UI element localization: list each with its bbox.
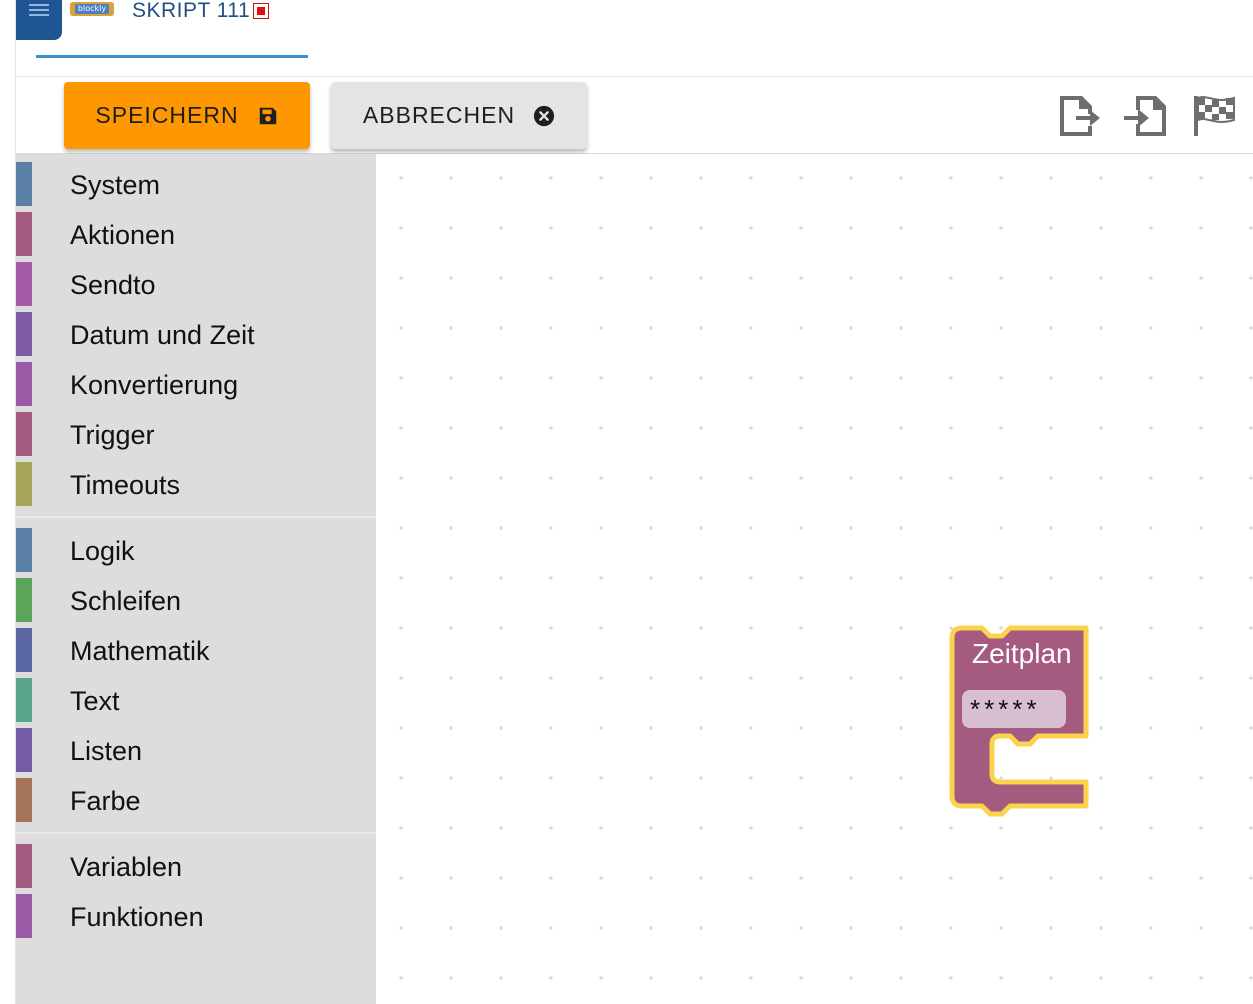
category-color-swatch — [16, 728, 32, 772]
category-color-swatch — [16, 894, 32, 938]
toolbox-category-sendto[interactable]: Sendto — [16, 262, 376, 306]
toolbox-category-listen[interactable]: Listen — [16, 728, 376, 772]
toolbox-category-trigger[interactable]: Trigger — [16, 412, 376, 456]
block-toolbox: System Aktionen Sendto Datum und Zeit Konver… — [16, 154, 376, 1004]
blockly-logo-icon: blockly — [70, 2, 114, 16]
cron-field[interactable]: ***** — [962, 690, 1066, 728]
toolbox-category-schleifen[interactable]: Schleifen — [16, 578, 376, 622]
toolbox-category-system[interactable]: System — [16, 162, 376, 206]
toolbox-category-funktionen[interactable]: Funktionen — [16, 894, 376, 938]
category-color-swatch — [16, 312, 32, 356]
category-color-swatch — [16, 678, 32, 722]
save-button[interactable]: SPEICHERN — [64, 82, 310, 149]
category-color-swatch — [16, 778, 32, 822]
floppy-disk-icon — [259, 107, 276, 124]
toolbox-category-aktionen[interactable]: Aktionen — [16, 212, 376, 256]
tab-title: SKRIPT 111 — [132, 0, 270, 23]
category-label: Schleifen — [70, 586, 182, 616]
blockly-logo-text: blockly — [74, 4, 110, 14]
save-button-label: SPEICHERN — [95, 102, 239, 128]
workspace-grid — [399, 176, 1253, 980]
category-label: Mathematik — [70, 636, 210, 666]
tab-script[interactable]: blockly SKRIPT 111 — [36, 0, 308, 58]
category-label: Listen — [70, 736, 143, 766]
category-label: Aktionen — [70, 220, 176, 250]
category-label: Konvertierung — [70, 370, 239, 400]
category-color-swatch — [16, 578, 32, 622]
category-color-swatch — [16, 462, 32, 506]
category-label: System — [70, 170, 161, 200]
cancel-button[interactable]: ABBRECHEN — [331, 82, 587, 149]
category-label: Farbe — [70, 786, 141, 816]
category-color-swatch — [16, 628, 32, 672]
stop-icon[interactable] — [253, 3, 270, 19]
category-color-swatch — [16, 528, 32, 572]
close-circle-icon — [533, 105, 555, 126]
toolbox-category-mathematik[interactable]: Mathematik — [16, 628, 376, 672]
toolbox-category-datum-und-zeit[interactable]: Datum und Zeit — [16, 312, 376, 356]
toolbox-category-konvertierung[interactable]: Konvertierung — [16, 362, 376, 406]
toolbox-separator — [16, 832, 376, 834]
category-label: Trigger — [70, 420, 155, 450]
toolbox-category-timeouts[interactable]: Timeouts — [16, 462, 376, 506]
toolbox-category-text[interactable]: Text — [16, 678, 376, 722]
header-bar: blockly SKRIPT 111 — [16, 0, 1253, 76]
export-icon[interactable] — [1056, 92, 1104, 140]
category-label: Logik — [70, 536, 135, 566]
category-color-swatch — [16, 162, 32, 206]
category-color-swatch — [16, 362, 32, 406]
category-color-swatch — [16, 262, 32, 306]
checkered-flag-icon[interactable] — [1190, 92, 1238, 140]
category-label: Funktionen — [70, 902, 204, 932]
category-color-swatch — [16, 412, 32, 456]
tab-title-text: SKRIPT 111 — [132, 0, 251, 22]
category-color-swatch — [16, 212, 32, 256]
toolbox-category-variablen[interactable]: Variablen — [16, 844, 376, 888]
category-label: Text — [70, 686, 120, 716]
toolbar: SPEICHERN ABBRECHEN — [16, 76, 1253, 154]
toolbox-category-farbe[interactable]: Farbe — [16, 778, 376, 822]
category-label: Sendto — [70, 270, 156, 300]
blockly-workspace[interactable]: Zeitplan ***** — [376, 154, 1253, 1004]
left-edge-strip — [0, 0, 16, 1004]
toolbox-category-logik[interactable]: Logik — [16, 528, 376, 572]
category-label: Variablen — [70, 852, 183, 882]
category-color-swatch — [16, 844, 32, 888]
cancel-button-label: ABBRECHEN — [362, 102, 516, 128]
category-label: Datum und Zeit — [70, 320, 255, 350]
schedule-block[interactable]: Zeitplan ***** — [948, 624, 1092, 820]
toolbox-separator — [16, 516, 376, 518]
category-label: Timeouts — [70, 470, 181, 500]
import-icon[interactable] — [1122, 92, 1170, 140]
schedule-block-title: Zeitplan — [972, 638, 1072, 669]
